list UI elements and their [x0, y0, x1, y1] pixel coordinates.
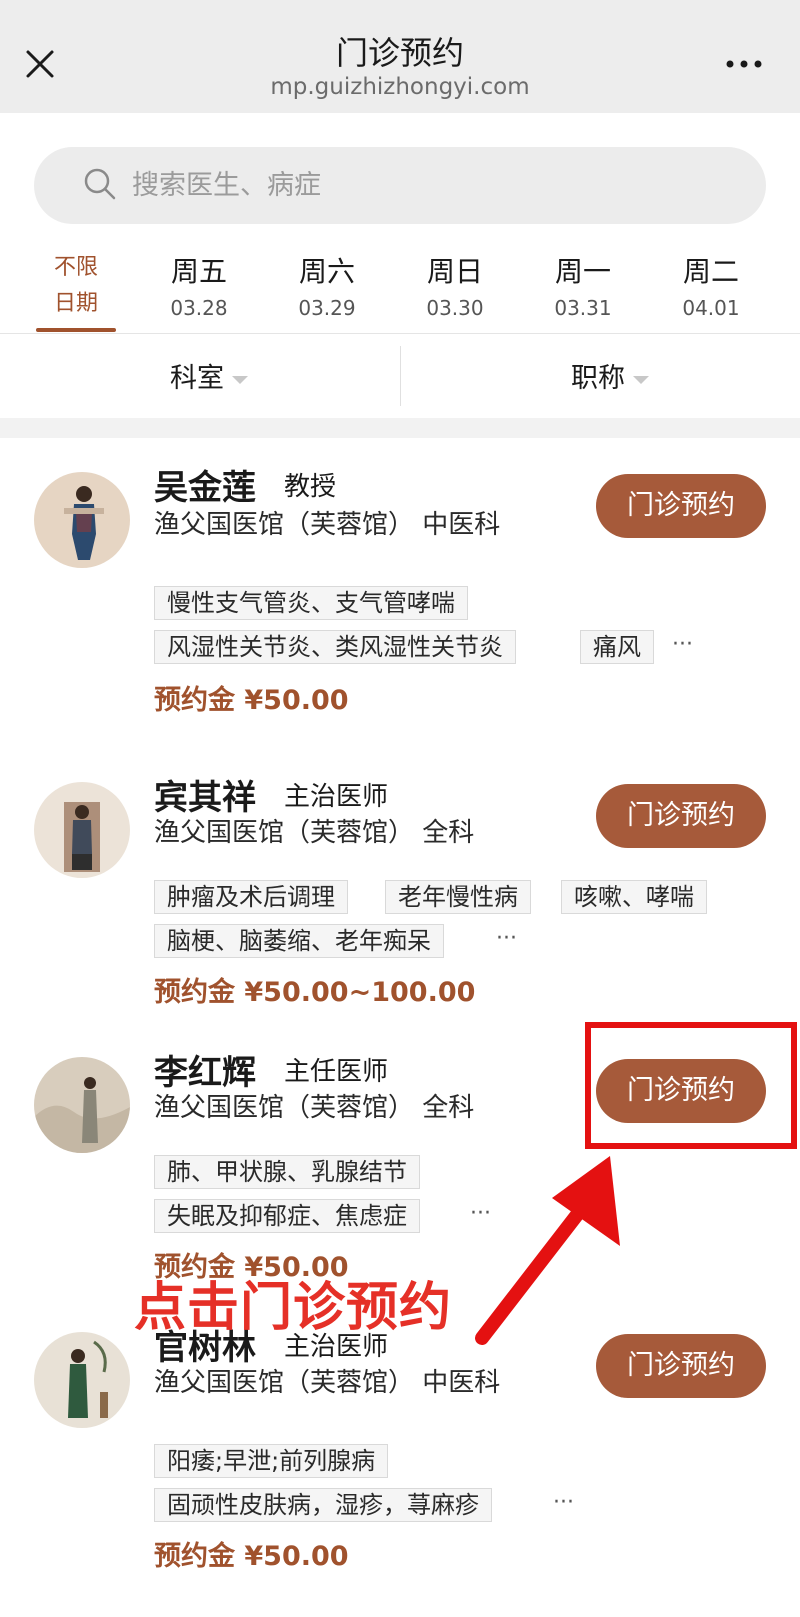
specialty-tag: 风湿性关节炎、类风湿性关节炎	[154, 630, 516, 664]
tab-weekday: 周一	[554, 255, 611, 288]
doctor-avatar	[34, 1057, 130, 1153]
tab-day[interactable]: 周日 03.30	[405, 254, 505, 324]
more-tags-ellipsis: ···	[553, 1490, 574, 1515]
doctor-title: 主任医师	[284, 1057, 389, 1087]
more-tags-ellipsis: ···	[672, 632, 693, 657]
tab-weekday: 周六	[298, 255, 355, 288]
tab-date: 04.01	[682, 296, 740, 320]
doctor-hospital: 渔父国医馆（芙蓉馆） 中医科	[154, 510, 501, 540]
tab-date: 03.31	[554, 296, 612, 320]
department-filter[interactable]: 科室	[170, 356, 248, 396]
caret-down-icon	[232, 375, 248, 384]
tab-any-date[interactable]: 不限 日期	[36, 250, 116, 334]
section-gap	[0, 418, 800, 438]
filter-bar: 科室 职称	[0, 334, 800, 418]
tab-weekday: 周日	[426, 255, 483, 288]
book-appointment-button[interactable]: 门诊预约	[596, 784, 766, 848]
annotation-text: 点击门诊预约	[134, 1278, 453, 1338]
department-filter-label: 科室	[170, 363, 224, 394]
doctor-hospital: 渔父国医馆（芙蓉馆） 全科	[154, 1093, 475, 1123]
specialty-tag: 慢性支气管炎、支气管哮喘	[154, 586, 468, 620]
date-tabs: 不限 日期 周五 03.28 周六 03.29 周日 03.30 周一 03.3…	[0, 250, 800, 334]
page-url: mp.guizhizhongyi.com	[270, 74, 530, 100]
doctor-name: 李红辉	[154, 1053, 256, 1093]
deposit-price: 预约金 ¥50.00	[154, 685, 349, 716]
specialty-tag: 咳嗽、哮喘	[561, 880, 707, 914]
tab-day[interactable]: 周五 03.28	[149, 254, 249, 324]
tab-any-date-line2: 日期	[53, 291, 98, 316]
book-appointment-button[interactable]: 门诊预约	[596, 474, 766, 538]
deposit-price: 预约金 ¥50.00	[154, 1541, 349, 1572]
title-filter[interactable]: 职称	[571, 356, 649, 396]
tab-any-date-line1: 不限	[53, 255, 98, 280]
doctor-hospital: 渔父国医馆（芙蓉馆） 中医科	[154, 1368, 501, 1398]
tab-date: 03.30	[426, 296, 484, 320]
tab-day[interactable]: 周二 04.01	[661, 254, 761, 324]
top-bar: 门诊预约 mp.guizhizhongyi.com	[0, 0, 800, 113]
specialty-tag: 肺、甲状腺、乳腺结节	[154, 1155, 420, 1189]
doctor-hospital: 渔父国医馆（芙蓉馆） 全科	[154, 818, 475, 848]
tab-weekday: 周二	[682, 255, 739, 288]
doctor-avatar	[34, 1332, 130, 1428]
doctor-avatar	[34, 782, 130, 878]
specialty-tag: 失眠及抑郁症、焦虑症	[154, 1199, 420, 1233]
specialty-tag: 脑梗、脑萎缩、老年痴呆	[154, 924, 444, 958]
doctor-title: 教授	[284, 472, 337, 502]
specialty-tag: 老年慢性病	[385, 880, 531, 914]
tab-day[interactable]: 周六 03.29	[277, 254, 377, 324]
active-tab-underline	[36, 328, 116, 332]
caret-down-icon	[633, 375, 649, 384]
specialty-tag: 肿瘤及术后调理	[154, 880, 348, 914]
doctor-title: 主治医师	[284, 782, 389, 812]
tab-date: 03.28	[170, 296, 228, 320]
search-bar[interactable]	[34, 147, 766, 224]
page-title: 门诊预约	[335, 34, 464, 72]
specialty-tag: 痛风	[580, 630, 654, 664]
search-icon	[84, 168, 116, 200]
doctor-avatar	[34, 472, 130, 568]
search-input[interactable]	[132, 159, 692, 211]
title-filter-label: 职称	[571, 363, 625, 394]
divider	[400, 346, 401, 406]
more-tags-ellipsis: ···	[496, 926, 517, 951]
highlight-box	[585, 1022, 797, 1149]
doctor-name: 吴金莲	[154, 468, 256, 508]
annotation-arrow-icon	[475, 1156, 620, 1345]
specialty-tag: 固顽性皮肤病，湿疹，荨麻疹	[154, 1488, 492, 1522]
deposit-price: 预约金 ¥50.00~100.00	[154, 977, 476, 1008]
tab-weekday: 周五	[170, 255, 227, 288]
specialty-tag: 阳痿;早泄;前列腺病	[154, 1444, 389, 1478]
doctor-name: 宾其祥	[154, 778, 256, 818]
tab-date: 03.29	[298, 296, 356, 320]
tab-day[interactable]: 周一 03.31	[533, 254, 633, 324]
more-options-icon[interactable]	[724, 55, 764, 73]
